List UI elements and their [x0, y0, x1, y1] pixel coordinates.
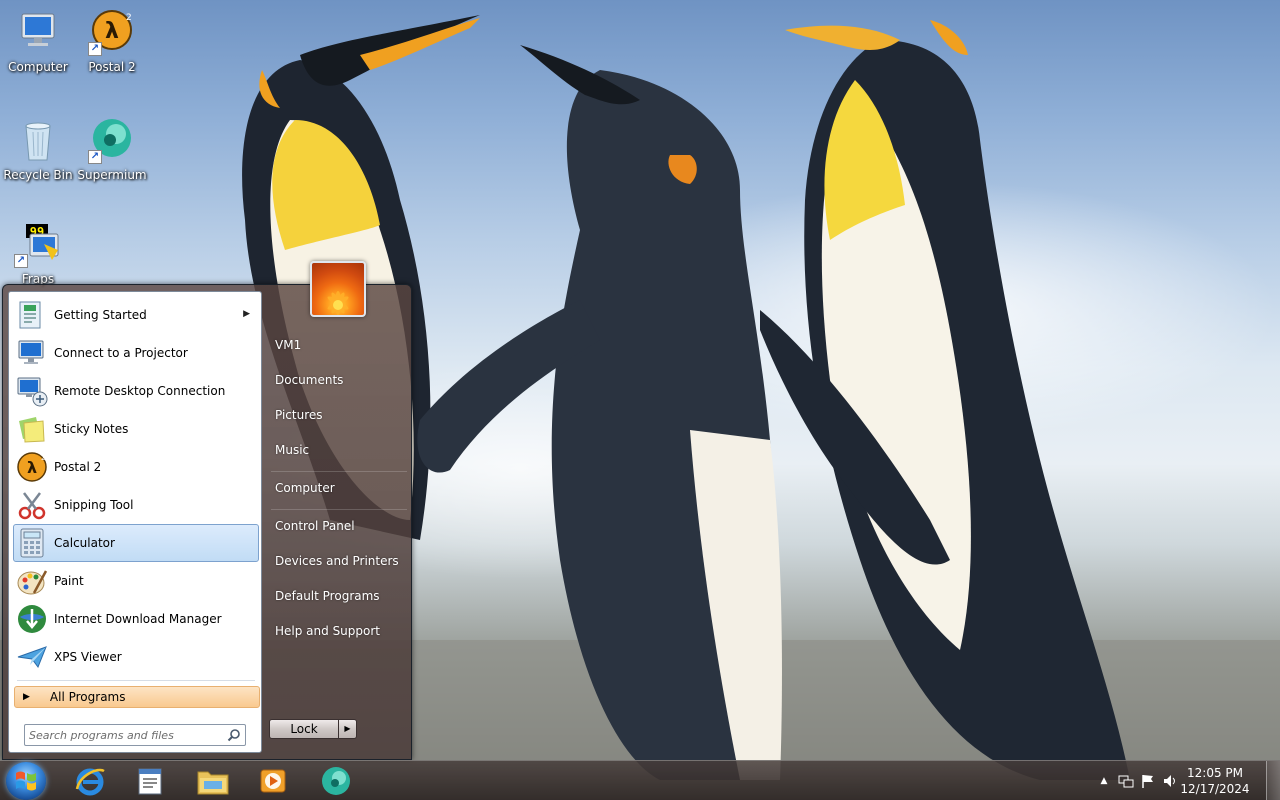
getting-started-icon [16, 299, 48, 331]
desktop-icon-supermium[interactable]: ↗ Supermium [74, 116, 150, 216]
taskbar: ▲ 12:05 PM 12/17/2024 [0, 760, 1280, 800]
show-hidden-icons-button[interactable]: ▲ [1096, 773, 1112, 789]
internet-explorer-icon [75, 768, 105, 796]
supermium-icon [322, 767, 350, 795]
places-computer[interactable]: Computer [269, 473, 409, 503]
file-explorer-icon [197, 771, 229, 795]
places-documents[interactable]: Documents [269, 365, 409, 395]
xps-viewer-icon [16, 641, 48, 673]
program-connect-projector[interactable]: Connect to a Projector [13, 334, 259, 372]
program-sticky-notes[interactable]: Sticky Notes [13, 410, 259, 448]
fraps-icon: 99 ↗ [14, 220, 62, 268]
paint-icon [16, 565, 48, 597]
taskbar-internet-explorer[interactable] [62, 763, 118, 799]
taskbar-notepad[interactable] [122, 763, 178, 799]
program-label: Getting Started [54, 308, 147, 322]
start-menu: Getting Started ▶ Connect to a Projector [2, 261, 412, 760]
svg-text:λ: λ [105, 19, 119, 44]
program-idm[interactable]: Internet Download Manager [13, 600, 259, 638]
all-programs-button[interactable]: ▶ All Programs [14, 686, 260, 708]
program-snipping-tool[interactable]: Snipping Tool [13, 486, 259, 524]
taskbar-supermium[interactable] [308, 763, 364, 799]
program-calculator[interactable]: Calculator [13, 524, 259, 562]
supermium-icon: ↗ [88, 116, 136, 164]
places-control-panel[interactable]: Control Panel [269, 511, 409, 541]
clock-date: 12/17/2024 [1180, 782, 1250, 796]
taskbar-media-player[interactable] [245, 763, 301, 799]
shortcut-arrow-icon: ↗ [14, 254, 28, 268]
shortcut-arrow-icon: ↗ [88, 42, 102, 56]
action-center-flag-icon[interactable] [1140, 773, 1156, 789]
projector-icon [16, 337, 48, 369]
computer-icon [14, 8, 62, 56]
program-label: Paint [54, 574, 84, 588]
taskbar-file-explorer[interactable] [185, 763, 241, 799]
program-postal2[interactable]: λ 2 Postal 2 [13, 448, 259, 486]
places-separator [271, 509, 407, 510]
idm-icon [16, 603, 48, 635]
program-label: Calculator [54, 536, 115, 550]
network-icon[interactable] [1118, 773, 1134, 789]
program-list: Getting Started ▶ Connect to a Projector [13, 296, 259, 676]
program-getting-started[interactable]: Getting Started ▶ [13, 296, 259, 334]
program-xps-viewer[interactable]: XPS Viewer [13, 638, 259, 676]
notepad-icon [138, 768, 162, 795]
show-desktop-button[interactable] [1266, 761, 1280, 800]
desktop-icon-recycle-bin[interactable]: Recycle Bin [0, 116, 76, 216]
sticky-notes-icon [16, 413, 48, 445]
system-tray: ▲ 12:05 PM 12/17/2024 [1090, 761, 1280, 800]
start-menu-programs-pane: Getting Started ▶ Connect to a Projector [8, 291, 262, 753]
calculator-icon [16, 527, 48, 559]
start-button[interactable] [6, 762, 46, 800]
desktop-icon-postal2[interactable]: λ 2 ↗ Postal 2 [74, 8, 150, 108]
svg-text:2: 2 [41, 454, 45, 462]
places-user-folder[interactable]: VM1 [269, 330, 409, 360]
places-pictures[interactable]: Pictures [269, 400, 409, 430]
recycle-bin-icon [14, 116, 62, 164]
places-devices-printers[interactable]: Devices and Printers [269, 546, 409, 576]
submenu-arrow-icon: ▶ [243, 309, 250, 319]
places-help-support[interactable]: Help and Support [269, 616, 409, 646]
svg-text:λ: λ [27, 458, 37, 477]
desktop-icon-computer[interactable]: Computer [0, 8, 76, 108]
remote-desktop-icon [16, 375, 48, 407]
program-label: Remote Desktop Connection [54, 384, 226, 398]
program-label: Snipping Tool [54, 498, 134, 512]
program-paint[interactable]: Paint [13, 562, 259, 600]
program-label: Sticky Notes [54, 422, 129, 436]
start-search-box[interactable] [24, 724, 246, 746]
clock-time: 12:05 PM [1187, 766, 1243, 780]
postal2-icon: λ 2 [16, 451, 48, 483]
shutdown-options-button[interactable]: ▶ [339, 719, 357, 739]
snipping-tool-icon [16, 489, 48, 521]
programs-separator [17, 680, 255, 681]
search-icon[interactable] [227, 728, 241, 742]
program-label: XPS Viewer [54, 650, 122, 664]
volume-icon[interactable] [1162, 773, 1178, 789]
user-picture-icon[interactable] [310, 261, 366, 317]
windows-logo-icon [16, 771, 36, 791]
program-label: Connect to a Projector [54, 346, 188, 360]
places-music[interactable]: Music [269, 435, 409, 465]
start-menu-places-pane: VM1 Documents Pictures Music Computer Co… [269, 261, 409, 755]
all-programs-arrow-icon: ▶ [23, 692, 30, 702]
shortcut-arrow-icon: ↗ [88, 150, 102, 164]
svg-text:2: 2 [126, 13, 132, 23]
places-default-programs[interactable]: Default Programs [269, 581, 409, 611]
places-separator [271, 471, 407, 472]
search-input[interactable] [29, 728, 227, 742]
postal2-icon: λ 2 ↗ [88, 8, 136, 56]
program-label: Postal 2 [54, 460, 102, 474]
taskbar-clock[interactable]: 12:05 PM 12/17/2024 [1180, 765, 1250, 797]
lock-button[interactable]: Lock [269, 719, 339, 739]
media-player-icon [260, 769, 286, 793]
program-label: Internet Download Manager [54, 612, 222, 626]
program-remote-desktop[interactable]: Remote Desktop Connection [13, 372, 259, 410]
